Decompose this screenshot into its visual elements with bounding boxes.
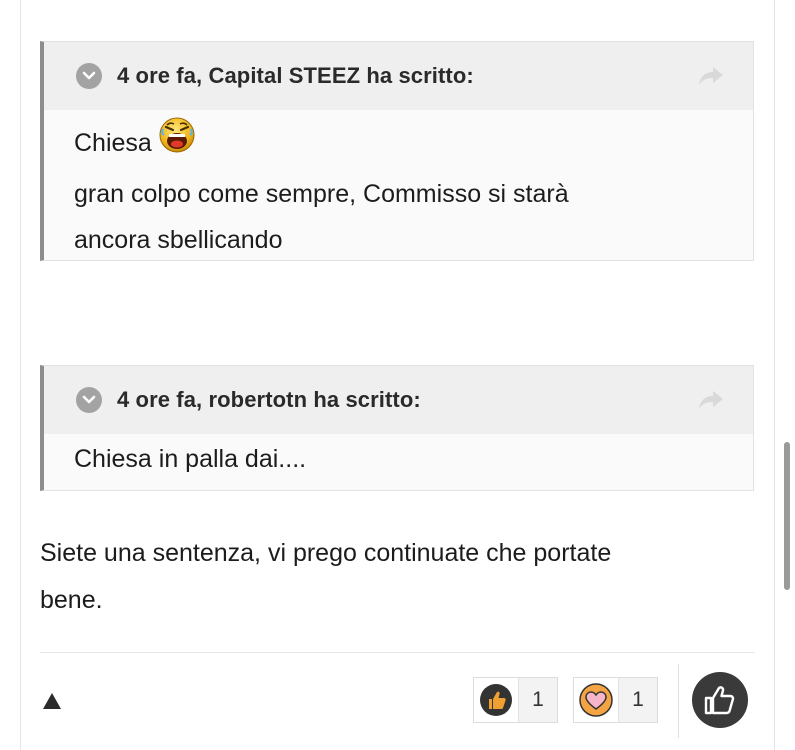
quote-block: 4 ore fa, robertotn ha scritto: Chiesa i…: [40, 365, 754, 491]
quote-header: 4 ore fa, Capital STEEZ ha scritto:: [44, 42, 753, 110]
reaction-count: 1: [532, 688, 544, 711]
quote-body: Chiesa gran colpo come sempre, Commisso …: [44, 110, 753, 263]
quote-line: Chiesa: [74, 115, 753, 171]
share-arrow-icon[interactable]: [697, 65, 725, 87]
back-to-top-icon[interactable]: [43, 693, 61, 709]
scrollbar-thumb[interactable]: [784, 442, 790, 590]
quote-block: 4 ore fa, Capital STEEZ ha scritto: Chie…: [40, 41, 754, 261]
heart-icon: [579, 683, 613, 717]
reaction-icon: [574, 678, 619, 722]
quote-citation[interactable]: 4 ore fa, robertotn ha scritto:: [117, 387, 421, 413]
post-content: Siete una sentenza, vi prego continuate …: [40, 530, 740, 624]
quote-body: Chiesa in palla dai....: [44, 434, 753, 482]
post-line: bene.: [40, 586, 103, 614]
reaction-count: 1: [632, 688, 644, 711]
react-button[interactable]: [692, 672, 748, 728]
reaction-icon: [474, 678, 519, 722]
laughing-emoji-icon: [158, 115, 196, 168]
reaction-love[interactable]: 1: [573, 677, 658, 723]
reaction-like[interactable]: 1: [473, 677, 558, 723]
post-line: Siete una sentenza, vi prego continuate …: [40, 539, 612, 567]
chevron-down-icon[interactable]: [76, 63, 102, 89]
quote-text: Chiesa: [74, 129, 152, 158]
page: 4 ore fa, Capital STEEZ ha scritto: Chie…: [0, 0, 795, 750]
divider: [40, 652, 755, 653]
quote-line: Chiesa in palla dai....: [74, 445, 307, 473]
quote-line: gran colpo come sempre, Commisso si star…: [74, 180, 569, 208]
quote-header: 4 ore fa, robertotn ha scritto:: [44, 366, 753, 434]
divider: [678, 664, 679, 738]
quote-citation[interactable]: 4 ore fa, Capital STEEZ ha scritto:: [117, 63, 474, 89]
share-arrow-icon[interactable]: [697, 389, 725, 411]
chevron-down-icon[interactable]: [76, 387, 102, 413]
thumbs-up-icon: [704, 686, 735, 715]
thumbs-up-icon: [480, 684, 512, 716]
quote-line: ancora sbellicando: [74, 226, 283, 254]
